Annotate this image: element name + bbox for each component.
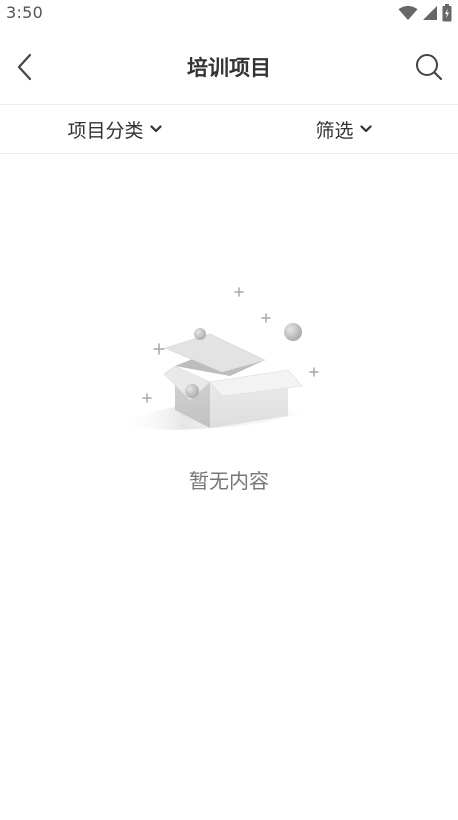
wifi-icon (398, 5, 418, 20)
filter-bar: 项目分类 筛选 (0, 105, 458, 153)
status-icons (398, 4, 452, 22)
category-filter-label: 项目分类 (67, 119, 144, 142)
filter-divider (0, 153, 458, 154)
cell-signal-icon (423, 6, 437, 20)
search-icon (416, 54, 443, 81)
empty-box-icon (120, 287, 319, 430)
nav-bar: 培训项目 (0, 34, 458, 100)
search-button[interactable] (412, 50, 446, 84)
chevron-down-icon (149, 125, 162, 133)
battery-icon (442, 4, 452, 22)
status-time: 3:50 (6, 3, 44, 22)
category-filter-dropdown[interactable]: 项目分类 (0, 105, 229, 153)
filter-dropdown[interactable]: 筛选 (229, 105, 458, 153)
filter-label: 筛选 (315, 119, 354, 142)
status-bar: 3:50 (0, 0, 458, 26)
page-title: 培训项目 (187, 56, 271, 80)
chevron-down-icon (359, 125, 372, 133)
empty-state-message: 暂无内容 (189, 469, 269, 493)
